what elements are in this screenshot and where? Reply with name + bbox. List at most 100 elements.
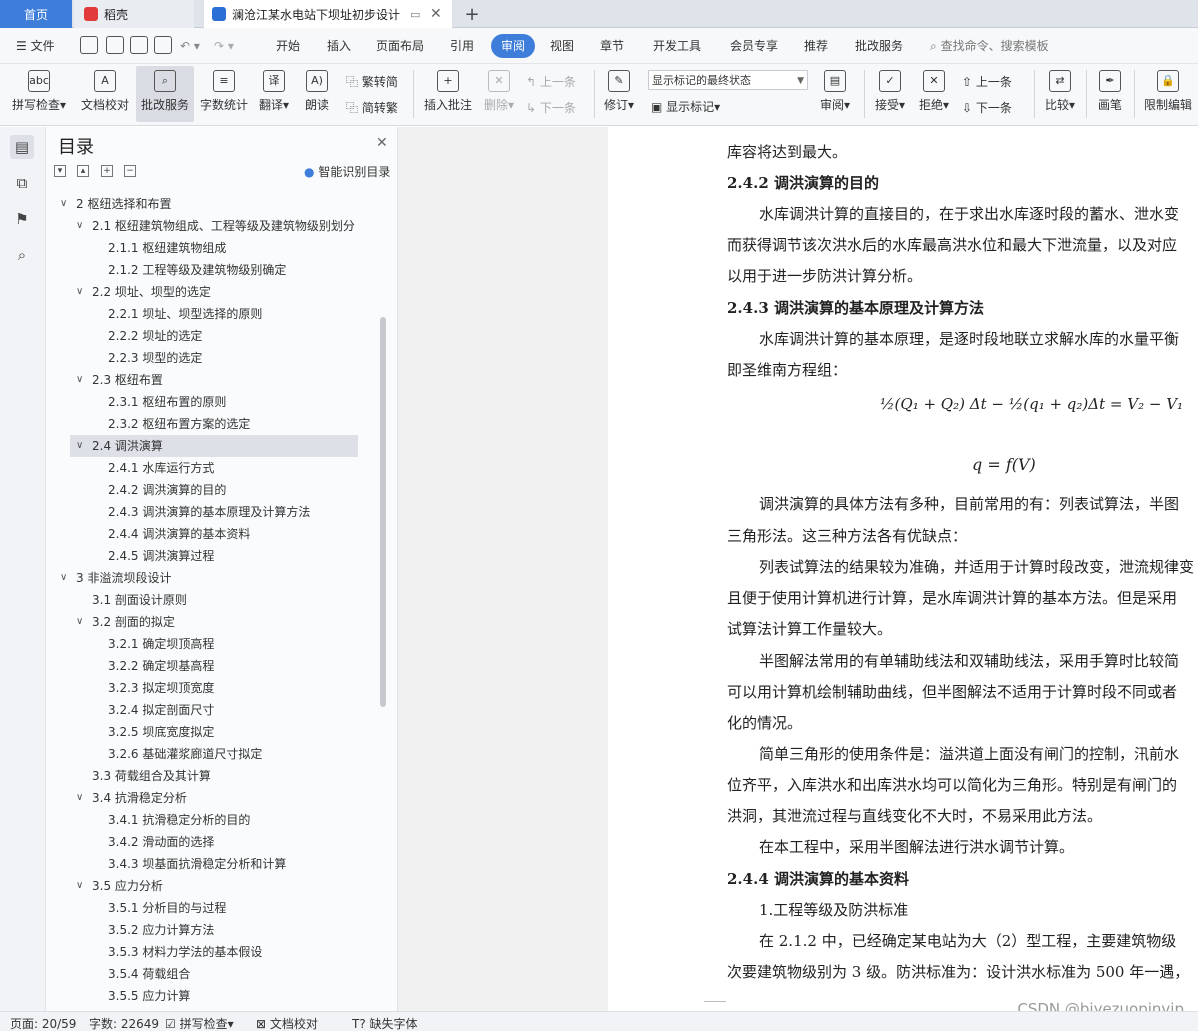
toc-item[interactable]: 3.5.1 分析目的与过程 [46, 897, 378, 919]
toc-item[interactable]: ∨ 3 非溢流坝段设计 [46, 567, 378, 589]
restrict-edit-button[interactable]: 🔒 限制编辑 [1140, 66, 1196, 122]
page-indicator[interactable]: 页面: 20/59 [10, 1015, 76, 1031]
tab-document[interactable]: 澜沧江某水电站下坝址初步设计 ▭ ✕ [204, 0, 452, 28]
toc-item[interactable]: 3.3 荷载组合及其计算 [46, 765, 378, 787]
chevron-down-icon[interactable]: ∨ [76, 369, 83, 391]
find-icon[interactable]: ⌕ [10, 243, 34, 267]
command-search[interactable]: ⌕ 查找命令、搜索模板 [930, 34, 1049, 58]
chevron-down-icon[interactable]: ∨ [76, 435, 83, 457]
collapse-all-icon[interactable]: ▾ [54, 165, 66, 177]
toc-item[interactable]: ∨ 2.2 坝址、坝型的选定 [46, 281, 378, 303]
chevron-down-icon[interactable]: ∨ [60, 567, 67, 589]
prev-comment-button[interactable]: ↰ 上一条 [526, 72, 576, 92]
print-icon[interactable] [130, 36, 148, 54]
toc-item[interactable]: 3.2.1 确定坝顶高程 [46, 633, 378, 655]
next-comment-button[interactable]: ↳ 下一条 [526, 98, 576, 118]
toc-item[interactable]: ∨ 3.4 抗滑稳定分析 [46, 787, 378, 809]
next-change-button[interactable]: ⇩ 下一条 [962, 98, 1012, 118]
toc-item[interactable]: 2.4.2 调洪演算的目的 [46, 479, 378, 501]
toc-item[interactable]: 3.2.5 坝底宽度拟定 [46, 721, 378, 743]
chevron-down-icon[interactable]: ∨ [76, 787, 83, 809]
chevron-down-icon[interactable]: ∨ [76, 875, 83, 897]
add-heading-icon[interactable]: + [101, 165, 113, 177]
doc-proofread-button[interactable]: A 文档校对 [76, 66, 134, 122]
toc-item[interactable]: 2.1.2 工程等级及建筑物级别确定 [46, 259, 378, 281]
prev-change-button[interactable]: ⇧ 上一条 [962, 72, 1012, 92]
insert-comment-button[interactable]: + 插入批注 [420, 66, 476, 122]
track-changes-button[interactable]: ✎ 修订▾ [600, 66, 638, 122]
toc-item[interactable]: 3.4.1 抗滑稳定分析的目的 [46, 809, 378, 831]
menu-start[interactable]: 开始 [276, 34, 300, 58]
close-icon[interactable]: ✕ [376, 135, 388, 151]
show-markup-button[interactable]: ▣ 显示标记▾ [651, 97, 720, 117]
toc-scrollbar[interactable] [380, 317, 386, 707]
menu-chapter[interactable]: 章节 [600, 34, 624, 58]
tab-float-icon[interactable]: ▭ [410, 8, 420, 21]
toc-item[interactable]: 2.4.1 水库运行方式 [46, 457, 378, 479]
export-pdf-icon[interactable] [106, 36, 124, 54]
toc-item[interactable]: 2.1.1 枢纽建筑物组成 [46, 237, 378, 259]
menu-developer[interactable]: 开发工具 [653, 34, 701, 58]
toc-item[interactable]: 2.2.2 坝址的选定 [46, 325, 378, 347]
print-preview-icon[interactable] [154, 36, 172, 54]
redo-icon[interactable]: ↷ ▾ [214, 34, 234, 58]
toc-item[interactable]: 2.2.3 坝型的选定 [46, 347, 378, 369]
menu-page-layout[interactable]: 页面布局 [376, 34, 424, 58]
menu-review-service[interactable]: 批改服务 [855, 34, 903, 58]
chevron-down-icon[interactable]: ∨ [76, 281, 83, 303]
accept-button[interactable]: ✓ 接受▾ [870, 66, 910, 122]
toc-item[interactable]: 2.3.2 枢纽布置方案的选定 [46, 413, 378, 435]
toc-item[interactable]: 3.5.5 应力计算 [46, 985, 378, 1007]
read-aloud-button[interactable]: A) 朗读 [298, 66, 336, 122]
toc-item[interactable]: 2.2.1 坝址、坝型选择的原则 [46, 303, 378, 325]
toc-panel-icon[interactable]: ▤ [10, 135, 34, 159]
toc-item[interactable]: 3.2.4 拟定剖面尺寸 [46, 699, 378, 721]
spell-check-status[interactable]: ☑ 拼写检查▾ [165, 1015, 234, 1031]
toc-item[interactable]: 3.5.2 应力计算方法 [46, 919, 378, 941]
remove-heading-icon[interactable]: − [124, 165, 136, 177]
toc-item[interactable]: ∨ 3.5 应力分析 [46, 875, 378, 897]
toc-item[interactable]: 2.4.5 调洪演算过程 [46, 545, 378, 567]
tab-close-icon[interactable]: ✕ [430, 6, 442, 22]
missing-font-status[interactable]: T? 缺失字体 [352, 1015, 418, 1031]
tab-home[interactable]: 首页 [0, 0, 72, 28]
toc-item[interactable]: 2.3.1 枢纽布置的原则 [46, 391, 378, 413]
toc-item[interactable]: ∨ 2.1 枢纽建筑物组成、工程等级及建筑物级别划分 [46, 215, 378, 237]
undo-icon[interactable]: ↶ ▾ [180, 34, 200, 58]
toc-item[interactable]: ∨ 2 枢纽选择和布置 [46, 193, 378, 215]
toc-item[interactable]: 3.4.3 坝基面抗滑稳定分析和计算 [46, 853, 378, 875]
spell-check-button[interactable]: abc 拼写检查▾ [8, 66, 70, 122]
traditional-to-simplified-button[interactable]: ⿻ 繁转简 [346, 72, 398, 92]
toc-item[interactable]: 2.4.3 调洪演算的基本原理及计算方法 [46, 501, 378, 523]
toc-item[interactable]: 3.2.3 拟定坝顶宽度 [46, 677, 378, 699]
review-pane-button[interactable]: ▤ 审阅▾ [814, 66, 856, 122]
word-count-status[interactable]: 字数: 22649 [89, 1015, 159, 1031]
menu-reference[interactable]: 引用 [450, 34, 474, 58]
expand-level-icon[interactable]: ▴ [77, 165, 89, 177]
toc-item[interactable]: 2.4.4 调洪演算的基本资料 [46, 523, 378, 545]
reject-button[interactable]: ✕ 拒绝▾ [914, 66, 954, 122]
toc-item[interactable]: ∨ 3.2 剖面的拟定 [46, 611, 378, 633]
chevron-down-icon[interactable]: ∨ [60, 193, 67, 215]
compare-button[interactable]: ⇄ 比较▾ [1040, 66, 1080, 122]
toc-item[interactable]: 3.5.4 荷载组合 [46, 963, 378, 985]
toc-item[interactable]: 3.4.2 滑动面的选择 [46, 831, 378, 853]
menu-recommend[interactable]: 推荐 [804, 34, 828, 58]
translate-button[interactable]: 译翻译▾ [255, 66, 293, 122]
chevron-down-icon[interactable]: ∨ [76, 215, 83, 237]
simplified-to-traditional-button[interactable]: ⿻ 简转繁 [346, 98, 398, 118]
smart-toc-button[interactable]: ● 智能识别目录 [304, 163, 390, 180]
file-menu[interactable]: ☰ 文件 [16, 34, 55, 58]
chevron-down-icon[interactable]: ∨ [76, 611, 83, 633]
tab-daoke[interactable]: 稻壳 [74, 0, 194, 28]
pen-button[interactable]: ✒ 画笔 [1092, 66, 1128, 122]
toc-item[interactable]: 3.2.2 确定坝基高程 [46, 655, 378, 677]
menu-insert[interactable]: 插入 [327, 34, 351, 58]
delete-comment-button[interactable]: ✕ 删除▾ [480, 66, 518, 122]
toc-item[interactable]: 3.1 剖面设计原则 [46, 589, 378, 611]
new-tab-button[interactable]: + [460, 0, 484, 28]
toc-item[interactable]: ∨ 2.4 调洪演算 [70, 435, 358, 457]
proofread-status[interactable]: ⊠ 文档校对 [256, 1015, 318, 1031]
save-icon[interactable] [80, 36, 98, 54]
navigation-icon[interactable]: ⧉ [10, 171, 34, 195]
